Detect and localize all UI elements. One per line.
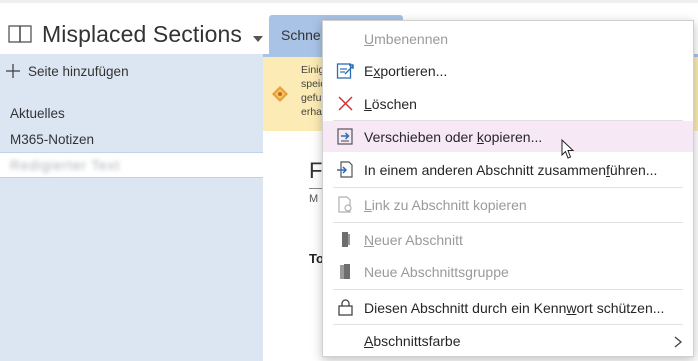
- section-context-menu: Umbenennen Exportieren... Löschen Versch…: [322, 20, 694, 357]
- menu-item-new-section[interactable]: Neuer Abschnitt: [323, 224, 693, 255]
- menu-item-rename[interactable]: Umbenennen: [323, 23, 693, 54]
- notebook-title: Misplaced Sections: [42, 20, 242, 47]
- menu-label-merge: In einem anderen Abschnitt zusammenführe…: [364, 161, 658, 178]
- info-text-line-3: gefu: [301, 92, 322, 104]
- menu-item-copy-link[interactable]: Link zu Abschnitt kopieren: [323, 189, 693, 220]
- menu-separator: [333, 222, 683, 223]
- menu-label-copy-link: Link zu Abschnitt kopieren: [364, 196, 527, 213]
- page-item-aktuelles[interactable]: Aktuelles: [0, 101, 263, 127]
- menu-separator: [333, 187, 683, 188]
- menu-label-new-section-group: Neue Abschnittsgruppe: [364, 263, 509, 280]
- add-page-button[interactable]: Seite hinzufügen: [0, 54, 129, 88]
- menu-label-password-protect: Diesen Abschnitt durch ein Kennwort schü…: [364, 299, 665, 316]
- new-section-group-icon: [336, 262, 355, 281]
- plus-icon: [4, 62, 22, 80]
- pages-pane: Seite hinzufügen Aktuelles M365-Notizen …: [0, 54, 263, 361]
- notebook-title-area[interactable]: Misplaced Sections: [0, 14, 264, 54]
- menu-item-delete[interactable]: Löschen: [323, 88, 693, 119]
- notebook-icon: [8, 24, 34, 44]
- chevron-right-icon: [673, 335, 683, 347]
- page-title[interactable]: F: [309, 158, 322, 184]
- page-item-selected[interactable]: Redigierter Text: [0, 152, 263, 178]
- delete-x-icon: [336, 94, 355, 113]
- menu-label-move-copy: Verschieben oder kopieren...: [364, 128, 543, 145]
- menu-label-rename: Umbenennen: [364, 30, 449, 47]
- info-text-line-1: Einig: [301, 64, 325, 76]
- menu-item-new-section-group[interactable]: Neue Abschnittsgruppe: [323, 256, 693, 287]
- merge-icon: [336, 160, 355, 179]
- lock-icon: [336, 298, 355, 317]
- menu-label-delete: Löschen: [364, 95, 417, 112]
- chevron-down-icon[interactable]: [252, 30, 264, 42]
- onenote-window: Misplaced Sections Schne Seite hinzufüge…: [0, 0, 698, 361]
- mouse-pointer-icon: [561, 138, 575, 160]
- menu-item-section-color[interactable]: Abschnittsfarbe: [323, 325, 693, 356]
- redacted-page-title: Redigierter Text: [10, 158, 121, 173]
- page-item-m365-notizen[interactable]: M365-Notizen: [0, 127, 263, 153]
- section-tab-label: Schne: [281, 27, 321, 43]
- menu-label-new-section: Neuer Abschnitt: [364, 231, 463, 248]
- add-page-label: Seite hinzufügen: [28, 63, 129, 79]
- warning-icon: [271, 85, 289, 103]
- export-icon: [336, 61, 355, 80]
- new-section-icon: [336, 230, 355, 249]
- menu-item-export[interactable]: Exportieren...: [323, 55, 693, 86]
- info-text-line-4: erha: [301, 106, 323, 118]
- menu-item-move-copy[interactable]: Verschieben oder kopieren...: [323, 121, 693, 152]
- menu-item-merge[interactable]: In einem anderen Abschnitt zusammenführe…: [323, 154, 693, 185]
- top-strip: [0, 0, 698, 3]
- menu-separator: [333, 289, 683, 290]
- move-copy-icon: [336, 127, 355, 146]
- page-date: M: [309, 193, 319, 205]
- link-icon: [336, 195, 355, 214]
- menu-label-section-color: Abschnittsfarbe: [364, 332, 461, 349]
- menu-label-export: Exportieren...: [364, 62, 448, 79]
- menu-item-password-protect[interactable]: Diesen Abschnitt durch ein Kennwort schü…: [323, 292, 693, 323]
